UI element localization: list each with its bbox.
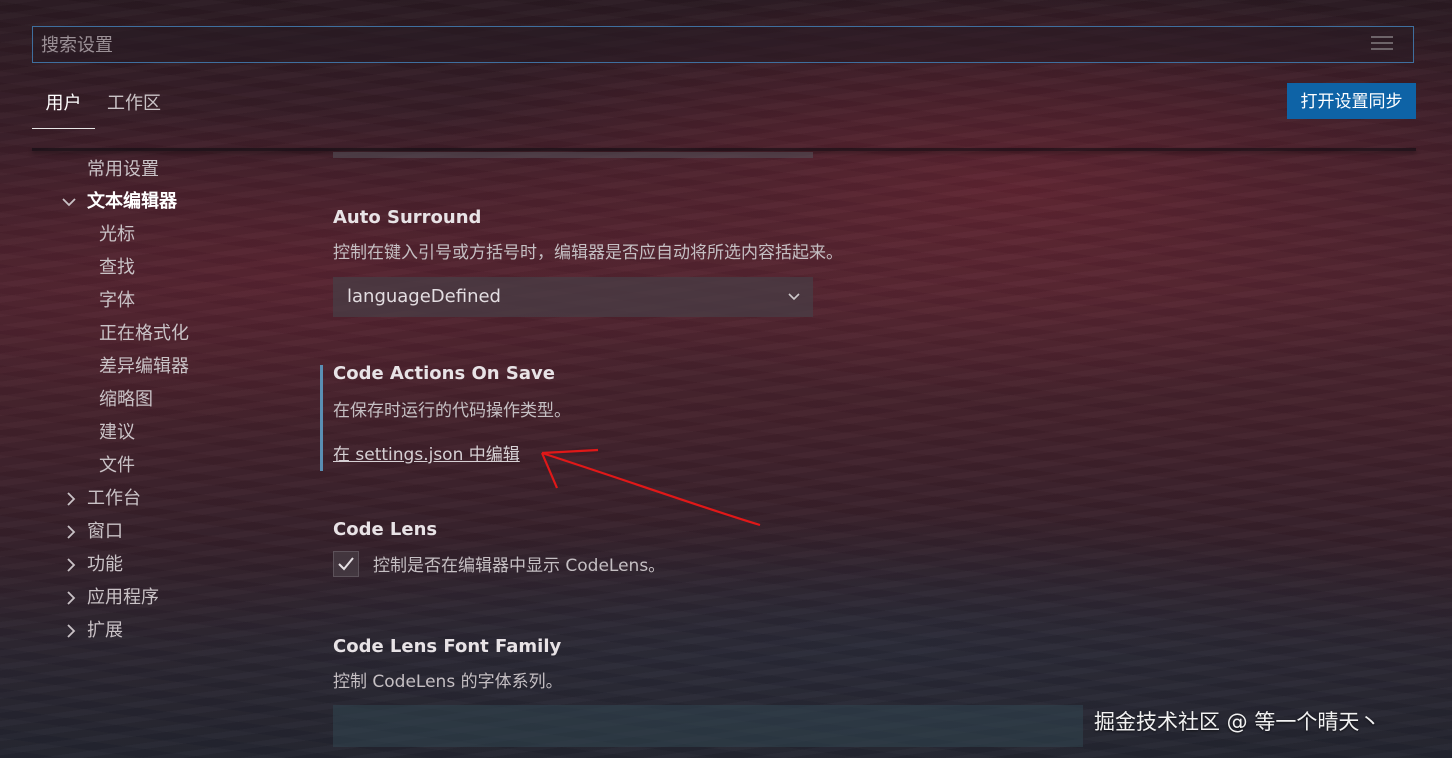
setting-description-auto-surround: 控制在键入引号或方括号时，编辑器是否应自动将所选内容括起来。 bbox=[333, 243, 843, 263]
auto-surround-value: languageDefined bbox=[347, 286, 501, 307]
search-input[interactable] bbox=[39, 27, 1363, 64]
toc-item-window[interactable]: 窗口 bbox=[87, 517, 123, 547]
toc-item-diff-editor[interactable]: 差异编辑器 bbox=[99, 352, 189, 382]
toc-item-find[interactable]: 查找 bbox=[99, 253, 135, 283]
chevron-right-icon[interactable] bbox=[63, 484, 79, 514]
toc-item-features[interactable]: 功能 bbox=[87, 550, 123, 580]
setting-description-code-lens: 控制是否在编辑器中显示 CodeLens。 bbox=[373, 556, 666, 576]
setting-title-auto-surround: Auto Surround bbox=[333, 207, 482, 228]
chevron-down-icon[interactable] bbox=[61, 187, 77, 217]
tab-user[interactable]: 用户 bbox=[32, 86, 95, 129]
annotation-arrow-icon bbox=[540, 448, 761, 527]
toc-item-formatting[interactable]: 正在格式化 bbox=[99, 319, 189, 349]
focused-setting-indicator bbox=[320, 365, 323, 471]
setting-title-code-lens-font-family: Code Lens Font Family bbox=[333, 636, 562, 657]
setting-title-code-actions-on-save: Code Actions On Save bbox=[333, 363, 555, 384]
toc-item-text-editor[interactable]: 文本编辑器 bbox=[87, 187, 177, 217]
toc-item-minimap[interactable]: 缩略图 bbox=[99, 385, 153, 415]
chevron-right-icon[interactable] bbox=[63, 616, 79, 646]
tab-workspace[interactable]: 工作区 bbox=[107, 86, 177, 128]
toc-item-files[interactable]: 文件 bbox=[99, 451, 135, 481]
toc-item-font[interactable]: 字体 bbox=[99, 286, 135, 316]
code-lens-checkbox[interactable] bbox=[333, 551, 359, 577]
checkmark-icon bbox=[338, 557, 354, 571]
chevron-right-icon[interactable] bbox=[63, 583, 79, 613]
chevron-down-icon bbox=[787, 277, 801, 333]
toc-item-suggestions[interactable]: 建议 bbox=[99, 418, 135, 448]
header-divider bbox=[32, 148, 1416, 151]
edit-in-settings-json-link[interactable]: 在 settings.json 中编辑 bbox=[333, 440, 520, 465]
background-wallpaper bbox=[0, 0, 1452, 758]
setting-title-code-lens: Code Lens bbox=[333, 519, 438, 540]
toc-item-extensions[interactable]: 扩展 bbox=[87, 616, 123, 646]
setting-description-code-lens-font-family: 控制 CodeLens 的字体系列。 bbox=[333, 672, 563, 692]
setting-description-code-actions-on-save: 在保存时运行的代码操作类型。 bbox=[333, 401, 571, 421]
toc-item-cursor[interactable]: 光标 bbox=[99, 220, 135, 250]
filter-icon[interactable] bbox=[1371, 36, 1393, 54]
chevron-right-icon[interactable] bbox=[63, 517, 79, 547]
auto-surround-select[interactable]: languageDefined bbox=[333, 277, 813, 317]
previous-setting-control[interactable] bbox=[333, 152, 813, 158]
chevron-right-icon[interactable] bbox=[63, 550, 79, 580]
search-settings-box[interactable] bbox=[32, 26, 1414, 64]
watermark: 掘金技术社区 @ 等一个晴天丶 bbox=[1094, 710, 1381, 734]
toc-item-application[interactable]: 应用程序 bbox=[87, 583, 159, 613]
code-lens-font-family-input[interactable] bbox=[333, 705, 1083, 747]
toc-item-common[interactable]: 常用设置 bbox=[87, 155, 159, 185]
open-settings-sync-button[interactable]: 打开设置同步 bbox=[1287, 83, 1416, 119]
toc-item-workbench[interactable]: 工作台 bbox=[87, 484, 141, 514]
